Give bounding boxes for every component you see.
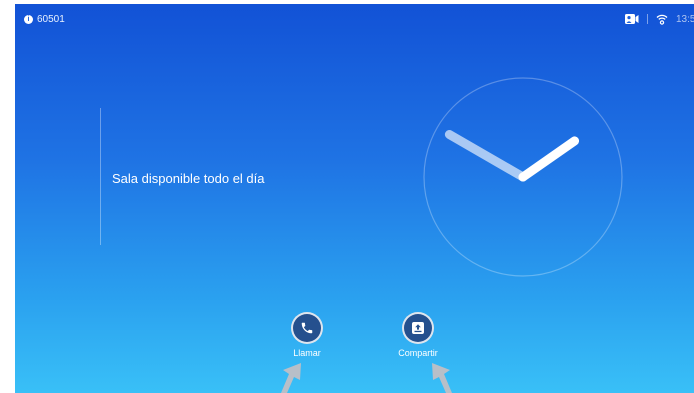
call-label: Llamar: [293, 348, 321, 358]
call-action[interactable]: Llamar: [267, 312, 347, 358]
availability-message: Sala disponible todo el día: [112, 171, 265, 186]
touch-panel-screen: i 60501 13:56 Sala disponible todo el dí…: [15, 4, 694, 393]
room-id: 60501: [37, 14, 65, 25]
clock-minute-hand: [518, 136, 580, 182]
pointer-arrow-icon: [432, 363, 452, 393]
share-screen-icon: [412, 322, 424, 334]
room-info[interactable]: i 60501: [24, 14, 65, 25]
status-time: 13:56: [676, 13, 694, 25]
share-label: Compartir: [398, 348, 438, 358]
status-icons: 13:56: [625, 11, 694, 27]
status-divider: [647, 14, 648, 24]
status-bar: i 60501 13:56: [15, 4, 694, 32]
phone-icon: [301, 322, 313, 334]
analog-clock: [423, 77, 623, 277]
info-icon: i: [24, 15, 33, 24]
share-action[interactable]: Compartir: [378, 312, 458, 358]
call-button[interactable]: [291, 312, 323, 344]
clock-center: [518, 172, 528, 182]
clock-hour-hand: [444, 130, 528, 182]
divider-line: [100, 108, 101, 245]
pointer-arrow-icon: [281, 363, 301, 393]
camera-icon[interactable]: [625, 14, 639, 24]
wifi-icon[interactable]: [656, 13, 668, 25]
share-button[interactable]: [402, 312, 434, 344]
